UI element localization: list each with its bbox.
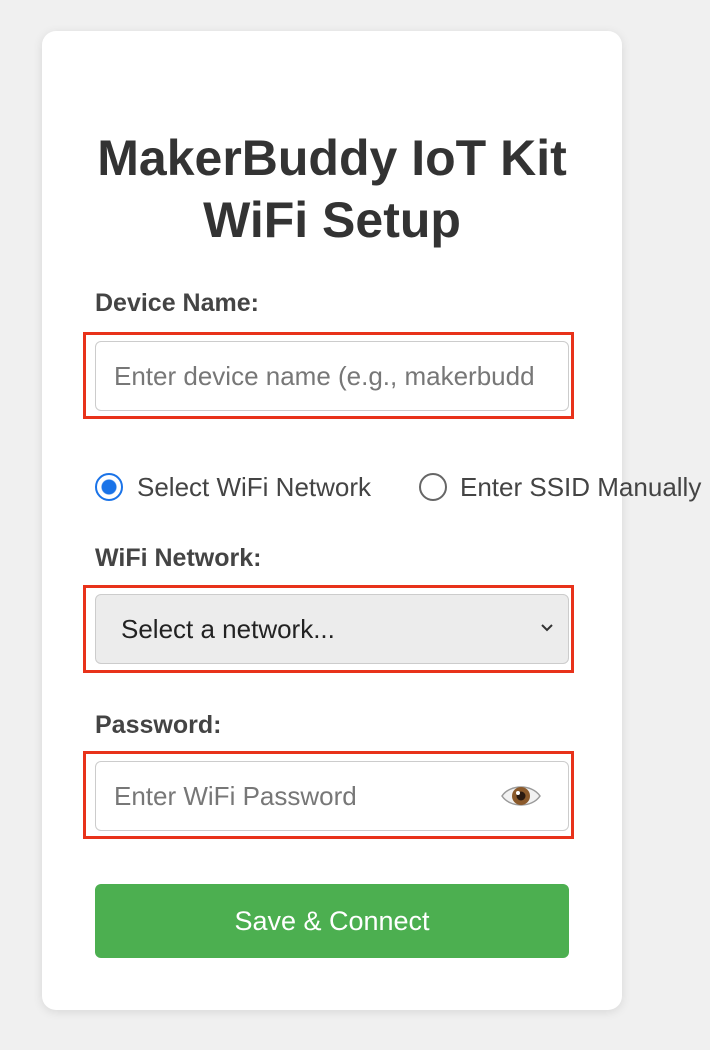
network-mode-radio-group: Select WiFi Network Enter SSID Manually bbox=[95, 469, 710, 505]
radio-enter-ssid-manually[interactable] bbox=[419, 473, 447, 501]
radio-enter-ssid-manually-label[interactable]: Enter SSID Manually bbox=[460, 469, 701, 505]
eye-icon[interactable] bbox=[500, 781, 542, 811]
radio-select-network[interactable] bbox=[95, 473, 123, 501]
save-connect-button[interactable]: Save & Connect bbox=[95, 884, 569, 958]
device-name-input[interactable] bbox=[114, 360, 534, 392]
setup-card: MakerBuddy IoT Kit WiFi Setup Device Nam… bbox=[42, 31, 701, 1010]
wifi-network-select[interactable]: Select a network... bbox=[95, 594, 569, 664]
chevron-down-icon bbox=[541, 624, 553, 632]
page-title: MakerBuddy IoT Kit WiFi Setup bbox=[42, 127, 622, 251]
save-connect-button-label: Save & Connect bbox=[234, 905, 430, 936]
wifi-network-label: WiFi Network: bbox=[95, 544, 262, 572]
password-field[interactable] bbox=[95, 761, 569, 831]
device-name-field[interactable] bbox=[95, 341, 569, 411]
device-name-label: Device Name: bbox=[95, 289, 259, 317]
password-input[interactable] bbox=[114, 780, 474, 812]
password-label: Password: bbox=[95, 711, 222, 739]
wifi-network-selected-value: Select a network... bbox=[121, 613, 335, 644]
radio-select-network-label[interactable]: Select WiFi Network bbox=[137, 469, 371, 505]
page-title-text: MakerBuddy IoT Kit WiFi Setup bbox=[97, 130, 567, 248]
